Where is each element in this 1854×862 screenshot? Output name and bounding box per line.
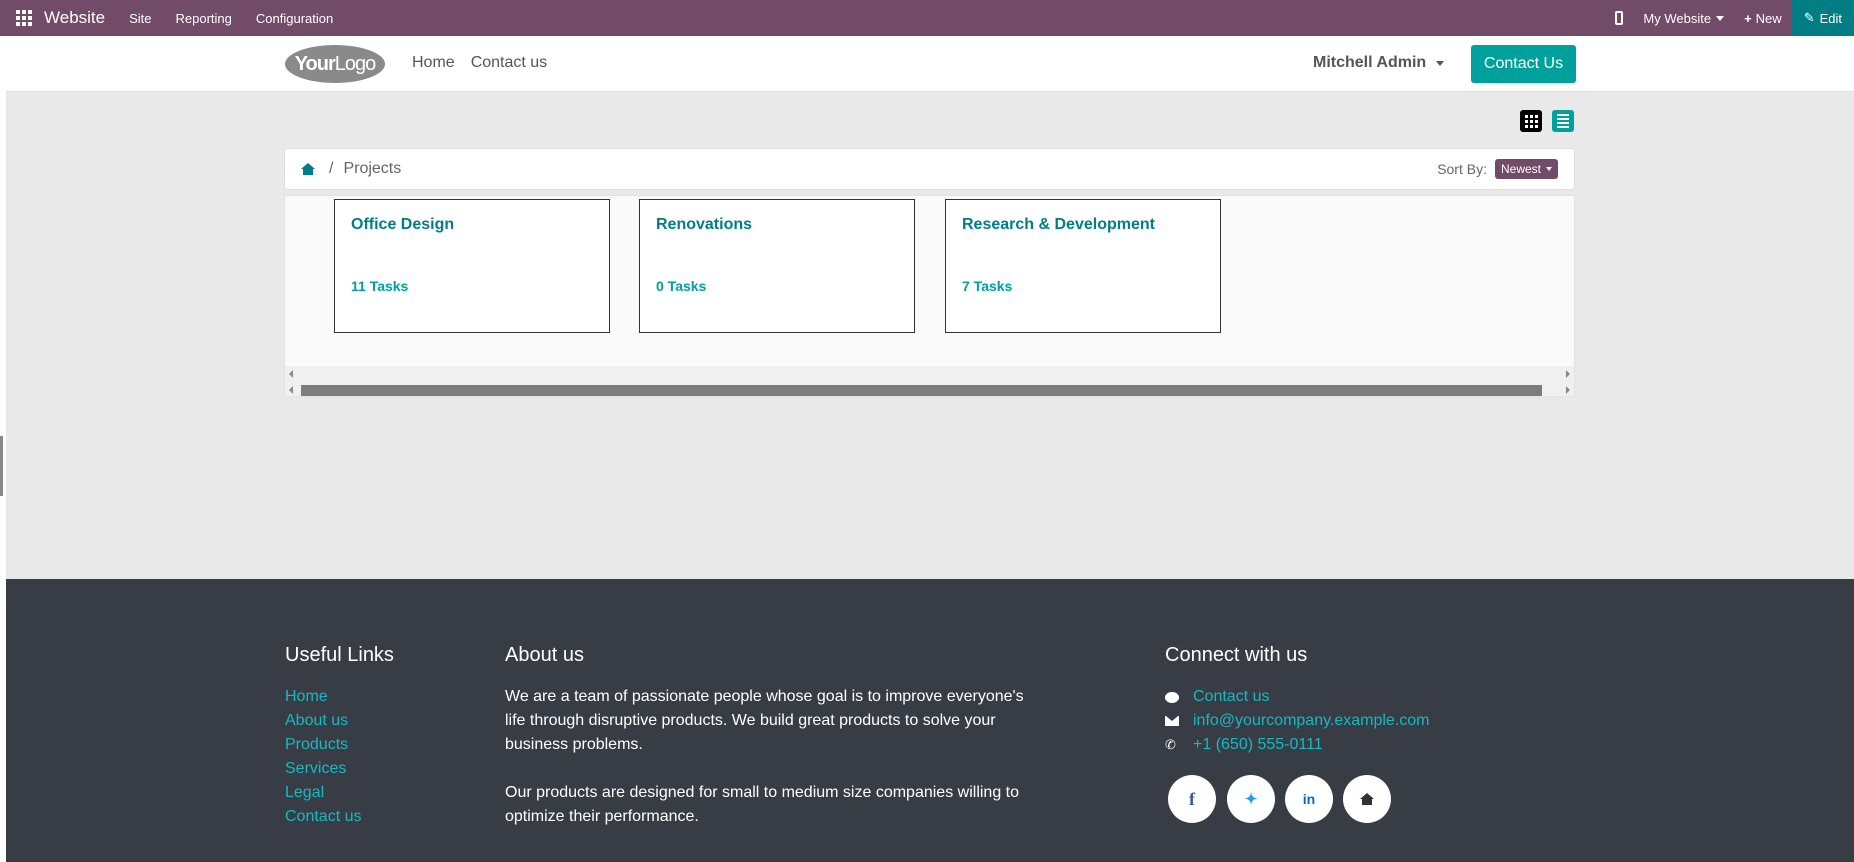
site-logo[interactable]: Your Logo xyxy=(285,45,385,83)
mobile-icon xyxy=(1615,11,1624,25)
mobile-preview-button[interactable] xyxy=(1615,11,1624,25)
connect-phone-link[interactable]: +1 (650) 555-0111 xyxy=(1193,733,1323,757)
caret-down-icon xyxy=(1436,60,1445,66)
grid-icon xyxy=(1524,114,1538,128)
footer-link-contact-us[interactable]: Contact us xyxy=(285,805,361,829)
project-name[interactable]: Office Design xyxy=(351,216,593,234)
scroll-left-icon[interactable] xyxy=(289,386,293,394)
about-paragraph: We are a team of passionate people whose… xyxy=(505,688,1024,753)
website-selector-label: My Website xyxy=(1643,10,1712,26)
sort-dropdown[interactable]: Newest xyxy=(1494,159,1558,179)
scroll-right-icon[interactable] xyxy=(1566,370,1570,378)
envelope-icon xyxy=(1165,716,1193,726)
scrollbar-thumb[interactable] xyxy=(301,385,1542,396)
linkedin-icon[interactable]: in xyxy=(1285,775,1333,823)
scroll-left-icon[interactable] xyxy=(289,370,293,378)
project-tasks-count[interactable]: 0 Tasks xyxy=(656,278,706,294)
menu-site[interactable]: Site xyxy=(129,11,151,26)
user-name: Mitchell Admin xyxy=(1313,54,1427,71)
pencil-icon: ✎ xyxy=(1803,10,1815,25)
main-nav: Home Contact us xyxy=(412,54,547,72)
user-menu[interactable]: Mitchell Admin xyxy=(1313,54,1445,72)
list-icon xyxy=(1557,114,1569,128)
breadcrumb-current: Projects xyxy=(343,160,402,177)
facebook-icon[interactable]: f xyxy=(1168,775,1216,823)
logo-text-bold: Your xyxy=(294,52,336,75)
connect-contact-link[interactable]: Contact us xyxy=(1193,685,1269,709)
footer-link-services[interactable]: Services xyxy=(285,757,361,781)
grid-view-button[interactable] xyxy=(1520,110,1542,132)
about-paragraph: Our products are designed for small to m… xyxy=(505,784,1020,825)
sort-control: Sort By: Newest xyxy=(1437,159,1558,179)
twitter-icon[interactable]: ✦ xyxy=(1227,775,1275,823)
footer-link-legal[interactable]: Legal xyxy=(285,781,361,805)
about-text: We are a team of passionate people whose… xyxy=(505,685,1045,829)
sort-value: Newest xyxy=(1500,162,1541,176)
project-name[interactable]: Renovations xyxy=(656,216,898,234)
contact-us-button[interactable]: Contact Us xyxy=(1471,45,1576,83)
useful-links: Home About us Products Services Legal Co… xyxy=(285,685,361,829)
nav-contact-us[interactable]: Contact us xyxy=(471,54,547,72)
new-button-label: New xyxy=(1755,10,1782,26)
home-icon[interactable] xyxy=(301,163,315,175)
project-card[interactable]: Research & Development 7 Tasks xyxy=(945,199,1221,333)
apps-grid-icon xyxy=(16,10,32,26)
project-name[interactable]: Research & Development xyxy=(962,216,1204,234)
home-icon[interactable] xyxy=(1343,775,1391,823)
scroll-right-icon[interactable] xyxy=(1566,386,1570,394)
new-button[interactable]: + New xyxy=(1744,11,1782,26)
menu-configuration[interactable]: Configuration xyxy=(256,11,333,26)
useful-links-title: Useful Links xyxy=(285,644,394,666)
side-handle[interactable] xyxy=(0,436,3,496)
connect-email-link[interactable]: info@yourcompany.example.com xyxy=(1193,709,1430,733)
project-tasks-count[interactable]: 11 Tasks xyxy=(351,278,408,294)
logo-text-thin: Logo xyxy=(334,52,376,75)
breadcrumb: / Projects Sort By: Newest xyxy=(284,148,1575,190)
site-footer: Useful Links Home About us Products Serv… xyxy=(6,579,1854,862)
connect-title: Connect with us xyxy=(1165,644,1308,666)
projects-list: Office Design 11 Tasks Renovations 0 Tas… xyxy=(284,195,1575,397)
app-name[interactable]: Website xyxy=(44,8,105,28)
footer-link-about-us[interactable]: About us xyxy=(285,709,361,733)
footer-link-home[interactable]: Home xyxy=(285,685,361,709)
comment-icon xyxy=(1165,691,1193,703)
nav-home[interactable]: Home xyxy=(412,54,455,72)
admin-topbar: Website Site Reporting Configuration My … xyxy=(0,0,1854,36)
website-selector[interactable]: My Website xyxy=(1643,10,1725,26)
project-tasks-count[interactable]: 7 Tasks xyxy=(962,278,1012,294)
edit-button-label: Edit xyxy=(1819,10,1842,26)
menu-reporting[interactable]: Reporting xyxy=(176,11,232,26)
project-card[interactable]: Renovations 0 Tasks xyxy=(639,199,915,333)
apps-menu-button[interactable] xyxy=(0,0,48,36)
phone-icon: ✆ xyxy=(1165,737,1176,752)
site-header: Your Logo Home Contact us Mitchell Admin … xyxy=(6,36,1854,92)
edit-button[interactable]: ✎ Edit xyxy=(1791,0,1854,36)
caret-down-icon xyxy=(1716,15,1725,21)
breadcrumb-separator: / xyxy=(329,160,334,177)
sort-label: Sort By: xyxy=(1437,161,1487,177)
project-card[interactable]: Office Design 11 Tasks xyxy=(334,199,610,333)
footer-link-products[interactable]: Products xyxy=(285,733,361,757)
about-title: About us xyxy=(505,644,584,666)
connect-list: Contact us info@yourcompany.example.com … xyxy=(1165,685,1430,757)
list-view-button[interactable] xyxy=(1552,110,1574,132)
plus-icon: + xyxy=(1744,10,1752,26)
caret-down-icon xyxy=(1546,167,1552,171)
